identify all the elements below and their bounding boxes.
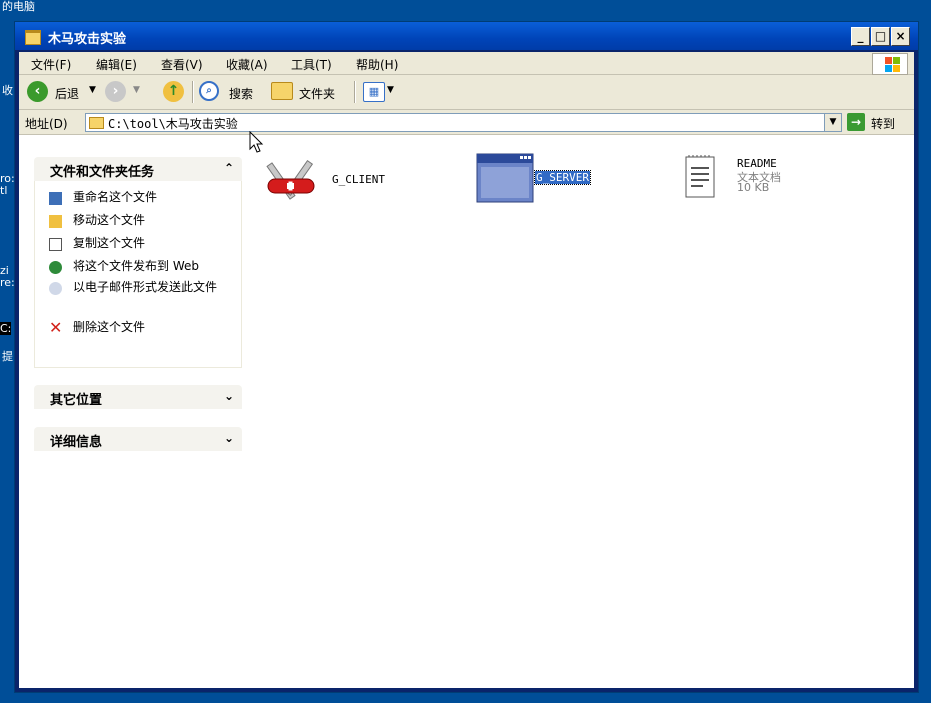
- folder-icon: [25, 30, 41, 45]
- search-button[interactable]: 搜索: [229, 85, 253, 102]
- task-label: 重命名这个文件: [73, 190, 158, 204]
- copy-icon: [49, 238, 62, 251]
- menu-bar: 文件(F) 编辑(E) 查看(V) 收藏(A) 工具(T) 帮助(H): [19, 52, 914, 75]
- close-button[interactable]: ×: [891, 27, 910, 46]
- file-tasks-body: 重命名这个文件 移动这个文件 复制这个文件 将这个文件发布到 Web 以电子邮件…: [34, 181, 242, 368]
- file-tasks-title: 文件和文件夹任务: [50, 165, 155, 180]
- file-size: 10 KB: [737, 181, 770, 194]
- expand-chevron-icon[interactable]: ⌄: [224, 431, 234, 445]
- go-arrow-icon: →: [847, 113, 865, 131]
- back-button[interactable]: 后退: [55, 85, 79, 102]
- collapse-chevron-icon[interactable]: ⌃: [224, 161, 234, 175]
- views-icon[interactable]: ▦: [363, 82, 385, 102]
- other-places-header[interactable]: 其它位置 ⌄: [34, 385, 242, 409]
- application-window-icon: [476, 153, 534, 203]
- swiss-knife-icon: [266, 160, 315, 200]
- forward-dropdown-icon[interactable]: ▼: [133, 85, 140, 95]
- search-icon[interactable]: ⌕: [199, 81, 219, 101]
- task-pane: 文件和文件夹任务 ⌃ 重命名这个文件 移动这个文件 复制这个文件 将这个文件发布…: [19, 135, 257, 688]
- menu-favorites[interactable]: 收藏(A): [226, 56, 268, 73]
- views-dropdown-icon[interactable]: ▼: [387, 85, 394, 95]
- file-item-g-client[interactable]: G_CLIENT: [264, 155, 444, 215]
- address-path[interactable]: C:\tool\木马攻击实验: [108, 115, 238, 132]
- back-arrow-icon[interactable]: ‹: [27, 81, 48, 102]
- file-tasks-panel: 文件和文件夹任务 ⌃ 重命名这个文件 移动这个文件 复制这个文件 将这个文件发布…: [34, 157, 242, 368]
- menu-file[interactable]: 文件(F): [31, 56, 71, 73]
- email-icon: [49, 282, 62, 295]
- text-document-icon: [685, 155, 715, 198]
- desktop-label-my-computer[interactable]: 的电脑: [2, 0, 35, 14]
- details-title: 详细信息: [50, 435, 103, 450]
- window-title: 木马攻击实验: [48, 32, 127, 47]
- address-label: 地址(D): [25, 117, 68, 131]
- up-folder-icon[interactable]: ↑: [163, 81, 184, 102]
- other-places-title: 其它位置: [50, 393, 103, 408]
- address-input[interactable]: C:\tool\木马攻击实验: [85, 113, 842, 132]
- menu-tools[interactable]: 工具(T): [291, 56, 332, 73]
- folders-icon[interactable]: [271, 82, 293, 100]
- task-label: 将这个文件发布到 Web: [73, 259, 199, 273]
- desktop-fragment: 提: [2, 350, 13, 363]
- forward-arrow-icon[interactable]: ›: [105, 81, 126, 102]
- desktop-fragment: tl: [0, 184, 8, 197]
- maximize-button[interactable]: □: [871, 27, 890, 46]
- other-places-panel: 其它位置 ⌄: [34, 385, 242, 409]
- menu-view[interactable]: 查看(V): [161, 56, 203, 73]
- title-bar[interactable]: 木马攻击实验 _ □ ×: [15, 22, 918, 50]
- desktop-fragment: re:: [0, 276, 15, 289]
- menu-edit[interactable]: 编辑(E): [96, 56, 137, 73]
- task-label: 删除这个文件: [73, 320, 146, 334]
- menu-help[interactable]: 帮助(H): [356, 56, 398, 73]
- toolbar-separator: [354, 81, 356, 103]
- file-item-g-server[interactable]: G_SERVER: [476, 153, 656, 213]
- desktop-fragment: 收: [2, 84, 13, 97]
- address-dropdown-icon[interactable]: ▼: [824, 113, 842, 132]
- file-item-readme[interactable]: README 文本文档 10 KB: [684, 153, 884, 213]
- move-icon: [49, 215, 62, 228]
- details-header[interactable]: 详细信息 ⌄: [34, 427, 242, 451]
- mouse-cursor-icon: [249, 131, 264, 153]
- explorer-window: 木马攻击实验 _ □ × 文件(F) 编辑(E) 查看(V) 收藏(A) 工具(…: [14, 21, 919, 693]
- toolbar-separator: [192, 81, 194, 103]
- folders-button[interactable]: 文件夹: [299, 85, 335, 102]
- folder-content: 文件和文件夹任务 ⌃ 重命名这个文件 移动这个文件 复制这个文件 将这个文件发布…: [19, 135, 914, 688]
- windows-logo-icon: [872, 53, 908, 75]
- go-button[interactable]: → 转到: [847, 113, 909, 131]
- rename-icon: [49, 192, 62, 205]
- file-tasks-header[interactable]: 文件和文件夹任务 ⌃: [34, 157, 242, 181]
- task-label: 以电子邮件形式发送此文件: [73, 280, 218, 294]
- toolbar: ‹ 后退 ▼ › ▼ ↑ ⌕ 搜索 文件夹 ▦ ▼: [19, 75, 914, 110]
- folder-icon: [89, 117, 104, 129]
- back-dropdown-icon[interactable]: ▼: [89, 85, 96, 95]
- details-panel: 详细信息 ⌄: [34, 427, 242, 451]
- desktop-fragment: C:: [0, 322, 12, 335]
- globe-icon: [49, 261, 62, 274]
- file-name-selected: G_SERVER: [534, 170, 591, 185]
- address-bar: 地址(D) C:\tool\木马攻击实验 ▼ → 转到: [19, 110, 914, 135]
- expand-chevron-icon[interactable]: ⌄: [224, 389, 234, 403]
- task-label: 复制这个文件: [73, 236, 146, 250]
- delete-x-icon: ✕: [49, 318, 63, 337]
- file-name: G_CLIENT: [332, 173, 385, 186]
- task-label: 移动这个文件: [73, 213, 146, 227]
- go-label: 转到: [871, 117, 896, 131]
- minimize-button[interactable]: _: [851, 27, 870, 46]
